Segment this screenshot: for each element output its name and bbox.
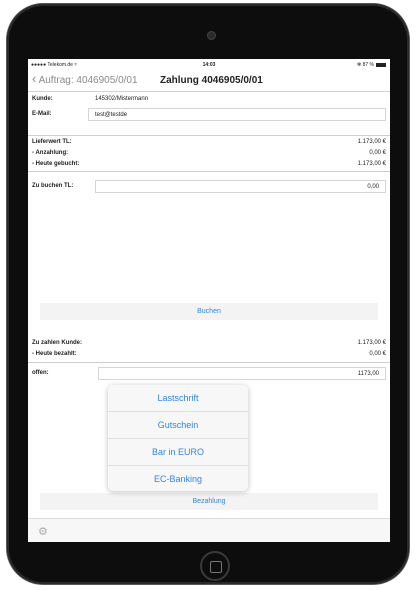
kunde-value: 145302/Mistermann bbox=[95, 96, 149, 102]
option-lastschrift[interactable]: Lastschrift bbox=[108, 385, 248, 412]
battery-icon bbox=[376, 62, 386, 67]
summary-value: 0,00 € bbox=[369, 150, 386, 156]
chevron-left-icon: ‹ bbox=[32, 71, 37, 86]
payment-label: - Heute bezahlt: bbox=[32, 351, 77, 357]
camera-icon bbox=[207, 31, 216, 40]
zubuchen-input[interactable]: 0,00 bbox=[95, 180, 386, 193]
kunde-label: Kunde: bbox=[32, 96, 53, 102]
buchen-button[interactable]: Buchen bbox=[40, 303, 378, 320]
payment-label: Zu zahlen Kunde: bbox=[32, 340, 82, 346]
clock: 14:03 bbox=[202, 62, 216, 68]
summary-value: 1.173,00 € bbox=[357, 139, 386, 145]
email-label: E-Mail: bbox=[32, 111, 52, 117]
gear-icon[interactable]: ⚙ bbox=[38, 525, 48, 538]
status-bar: ●●●●● Telekom.de ≈ 14:03 ✻ 87 % bbox=[28, 59, 390, 70]
bezahlung-button[interactable]: Bezahlung bbox=[40, 493, 378, 510]
payment-value: 0,00 € bbox=[369, 351, 386, 357]
payment-method-popover: Lastschrift Gutschein Bar in EURO EC-Ban… bbox=[108, 385, 248, 491]
page-title: Zahlung 4046905/0/01 bbox=[160, 75, 263, 86]
summary-value: 1.173,00 € bbox=[357, 161, 386, 167]
option-ec-banking[interactable]: EC-Banking bbox=[108, 466, 248, 491]
summary-label: - Anzahlung: bbox=[32, 150, 69, 156]
zubuchen-label: Zu buchen TL: bbox=[32, 183, 74, 189]
battery-status: ✻ 87 % bbox=[357, 62, 386, 68]
back-label: Auftrag: 4046905/0/01 bbox=[38, 75, 138, 86]
payment-value: 1.173,00 € bbox=[357, 340, 386, 346]
bottom-toolbar: ⚙ bbox=[28, 518, 390, 542]
back-button[interactable]: ‹ Auftrag: 4046905/0/01 bbox=[32, 71, 138, 86]
option-bar-in-euro[interactable]: Bar in EURO bbox=[108, 439, 248, 466]
nav-bar: ‹ Auftrag: 4046905/0/01 Zahlung 4046905/… bbox=[28, 70, 390, 92]
option-gutschein[interactable]: Gutschein bbox=[108, 412, 248, 439]
offen-input[interactable]: 1173,00 bbox=[98, 367, 386, 380]
app-screen: ●●●●● Telekom.de ≈ 14:03 ✻ 87 % ‹ Auftra… bbox=[28, 59, 390, 542]
email-field[interactable]: test@testde bbox=[88, 108, 386, 121]
summary-label: - Heute gebucht: bbox=[32, 161, 80, 167]
offen-label: offen: bbox=[32, 370, 49, 376]
summary-label: Lieferwert TL: bbox=[32, 139, 72, 145]
home-button[interactable] bbox=[200, 551, 230, 581]
